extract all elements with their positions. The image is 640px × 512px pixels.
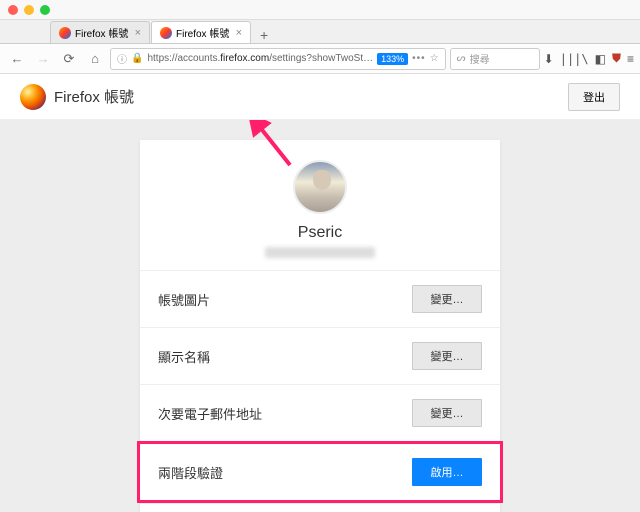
sidebar-icon[interactable]: ◧ (595, 52, 606, 66)
display-name: Pseric (140, 224, 500, 242)
tab-title: Firefox 帳號 (75, 25, 131, 40)
download-icon[interactable]: ⬇ (544, 52, 554, 66)
search-placeholder: 搜尋 (470, 51, 490, 66)
search-icon: ᔕ (457, 53, 466, 64)
setting-label: 次要電子郵件地址 (158, 404, 262, 423)
page-title: Firefox 帳號 (54, 86, 134, 107)
minimize-window-icon[interactable] (24, 5, 34, 15)
firefox-favicon-icon (59, 27, 71, 39)
zoom-badge[interactable]: 133% (377, 53, 408, 65)
browser-tab-1[interactable]: Firefox 帳號 × (151, 21, 251, 43)
setting-label: 帳號圖片 (158, 290, 210, 309)
tab-strip: Firefox 帳號 × Firefox 帳號 × + (0, 20, 640, 44)
search-box[interactable]: ᔕ 搜尋 (450, 48, 540, 70)
logout-button[interactable]: 登出 (568, 83, 620, 111)
setting-row: 帳號圖片 變更… (140, 270, 500, 327)
window-controls (0, 0, 640, 20)
page-header: Firefox 帳號 登出 (0, 74, 640, 120)
library-icon[interactable]: |||\ (560, 52, 589, 66)
tab-title: Firefox 帳號 (176, 25, 232, 40)
bookmark-star-icon[interactable]: ☆ (430, 53, 439, 64)
setting-row: 裝置與應用程式顯示 (140, 503, 500, 512)
more-icon[interactable]: ••• (412, 53, 426, 64)
firefox-logo-icon (20, 84, 46, 110)
browser-toolbar: ← → ⟳ ⌂ ⓘ 🔒 https://accounts.firefox.com… (0, 44, 640, 74)
lock-icon: 🔒 (131, 53, 143, 64)
back-button[interactable]: ← (6, 48, 28, 70)
address-bar[interactable]: ⓘ 🔒 https://accounts.firefox.com/setting… (110, 48, 446, 70)
setting-row: 顯示名稱 變更… (140, 327, 500, 384)
setting-row: 兩階段驗證 啟用… (140, 444, 500, 500)
email-redacted (265, 247, 375, 258)
new-tab-button[interactable]: + (252, 27, 276, 43)
content-area: Pseric 帳號圖片變更…顯示名稱變更…次要電子郵件地址變更…兩階段驗證啟用…… (0, 120, 640, 512)
change-button[interactable]: 變更… (412, 399, 482, 427)
forward-button[interactable]: → (32, 48, 54, 70)
firefox-favicon-icon (160, 27, 172, 39)
avatar (293, 160, 347, 214)
shield-icon[interactable]: ⛊ (612, 51, 621, 66)
setting-row: 次要電子郵件地址 變更… (140, 384, 500, 441)
settings-card: Pseric 帳號圖片變更…顯示名稱變更…次要電子郵件地址變更…兩階段驗證啟用…… (140, 140, 500, 512)
home-button[interactable]: ⌂ (84, 48, 106, 70)
close-tab-icon[interactable]: × (236, 27, 242, 39)
close-window-icon[interactable] (8, 5, 18, 15)
setting-label: 兩階段驗證 (158, 463, 223, 482)
maximize-window-icon[interactable] (40, 5, 50, 15)
browser-tab-0[interactable]: Firefox 帳號 × (50, 21, 150, 43)
change-button[interactable]: 變更… (412, 285, 482, 313)
close-tab-icon[interactable]: × (135, 27, 141, 39)
enable-button[interactable]: 啟用… (412, 458, 482, 486)
toolbar-icons: ⬇ |||\ ◧ ⛊ ≡ (544, 51, 634, 66)
url-text: https://accounts.firefox.com/settings?sh… (147, 53, 373, 64)
reload-button[interactable]: ⟳ (58, 48, 80, 70)
highlight-annotation: 兩階段驗證 啟用… (137, 441, 503, 503)
profile-section: Pseric (140, 140, 500, 270)
setting-label: 顯示名稱 (158, 347, 210, 366)
info-icon[interactable]: ⓘ (117, 51, 127, 66)
menu-icon[interactable]: ≡ (627, 52, 634, 66)
change-button[interactable]: 變更… (412, 342, 482, 370)
